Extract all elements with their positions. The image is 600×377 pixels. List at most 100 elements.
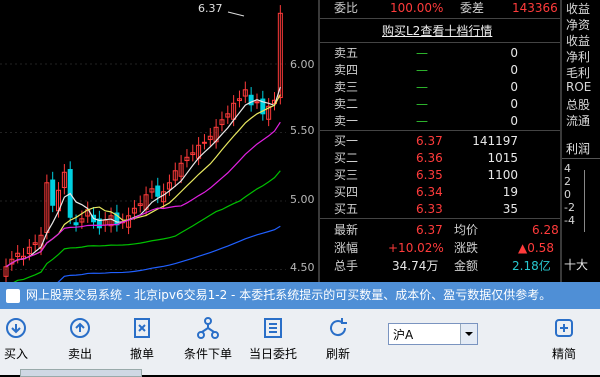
- price-axis-label-550: 5.50: [290, 124, 315, 137]
- kline-chart[interactable]: 6.00 5.50 5.00 4.50 6.37: [0, 0, 318, 282]
- refresh-button[interactable]: 刷新: [316, 317, 360, 362]
- finance-row-label: 流通: [566, 114, 591, 128]
- cancel-order-label: 撤单: [129, 347, 154, 361]
- sell-order-price: —: [416, 46, 428, 60]
- quote-panel: 委比 100.00% 委差 143366 购买L2查看十档行情 卖五 — 0 卖四 — 0…: [320, 0, 560, 282]
- buy-order-volume: 141197: [472, 134, 518, 148]
- sell-button[interactable]: 卖出: [58, 317, 102, 362]
- refresh-label: 刷新: [325, 347, 350, 361]
- sell-order-row[interactable]: 卖三 — 0: [320, 79, 560, 95]
- candle-body: [254, 101, 260, 104]
- candle-body: [201, 141, 207, 144]
- sell-order-label: 卖五: [334, 46, 359, 60]
- avg-label: 均价: [454, 223, 479, 237]
- sell-icon: [70, 318, 90, 338]
- buy-order-price: 6.34: [416, 185, 443, 199]
- latest-row: 最新 6.37 均价 6.28: [320, 222, 560, 238]
- market-select[interactable]: 沪A: [388, 323, 478, 345]
- buy-order-row[interactable]: 买二 6.36 1015: [320, 150, 560, 166]
- today-orders-label: 当日委托: [248, 347, 297, 361]
- refresh-icon: [330, 318, 347, 337]
- conditional-order-label: 条件下单: [183, 347, 232, 361]
- chg-value: ▲0.58: [518, 241, 554, 255]
- buy-order-label: 买五: [334, 202, 359, 216]
- weibi-row: 委比 100.00% 委差 143366: [320, 0, 560, 16]
- weibi-value: 100.00%: [390, 1, 444, 15]
- simple-mode-button[interactable]: 精简: [542, 317, 586, 362]
- cancel-order-icon: [134, 318, 150, 338]
- high-price-label: 6.37: [198, 2, 223, 15]
- trade-toolbar: 买入 卖出 撤单 条件下单 当日委托 刷新 沪A 精简: [0, 309, 600, 377]
- weicha-value: 143366: [512, 1, 558, 15]
- sell-order-row[interactable]: 卖二 — 0: [320, 96, 560, 112]
- buy-order-row[interactable]: 买三 6.35 1100: [320, 167, 560, 183]
- finance-row-label: ROE: [566, 80, 592, 94]
- finance-row-label: 总股: [566, 98, 591, 112]
- finance-row-label: 毛利: [566, 66, 591, 80]
- simple-mode-icon: [555, 319, 573, 337]
- divider: [320, 18, 560, 19]
- weibi-label: 委比: [334, 1, 359, 15]
- buy-icon: [6, 318, 26, 338]
- chg-pct-value: +10.02%: [388, 241, 444, 255]
- sell-order-label: 卖三: [334, 80, 359, 94]
- sell-order-price: —: [416, 63, 428, 77]
- buy-button[interactable]: 买入: [0, 317, 38, 362]
- sell-order-label: 卖二: [334, 97, 359, 111]
- candle-body: [155, 185, 161, 197]
- sell-order-volume: 0: [510, 63, 518, 77]
- today-orders-button[interactable]: 当日委托: [244, 317, 302, 362]
- latest-label: 最新: [334, 223, 359, 237]
- buy-order-row[interactable]: 买一 6.37 141197: [320, 133, 560, 149]
- finance-row-label: 收益: [566, 34, 591, 48]
- divider: [562, 158, 600, 159]
- buy-order-row[interactable]: 买四 6.34 19: [320, 184, 560, 200]
- candle-body: [73, 222, 79, 226]
- kline-svg: [0, 5, 286, 282]
- sell-order-row[interactable]: 卖四 — 0: [320, 62, 560, 78]
- sell-order-row[interactable]: 卖一 — 0: [320, 113, 560, 129]
- buy-order-volume: 35: [502, 202, 518, 216]
- finance-row-label: 净资: [566, 18, 591, 32]
- buy-order-price: 6.36: [416, 151, 443, 165]
- market-select-value: 沪A: [393, 328, 414, 342]
- divider: [320, 218, 560, 219]
- l2-upgrade-link[interactable]: 购买L2查看十档行情: [382, 22, 492, 39]
- buy-order-label: 买二: [334, 151, 359, 165]
- finance-row-label: 净利: [566, 50, 591, 64]
- profit-axis-line: [584, 170, 585, 232]
- sell-label: 卖出: [67, 347, 92, 361]
- conditional-order-button[interactable]: 条件下单: [180, 317, 236, 362]
- latest-value: 6.37: [416, 223, 443, 237]
- sell-order-row[interactable]: 卖五 — 0: [320, 45, 560, 61]
- simple-mode-label: 精简: [551, 347, 576, 361]
- finance-panel: 收益 净资 收益 净利 毛利 ROE 总股 流通 利润 4 2 0 -2 -4 十大: [562, 0, 600, 282]
- weicha-label: 委差: [460, 1, 485, 15]
- buy-order-label: 买三: [334, 168, 359, 182]
- sell-order-price: —: [416, 114, 428, 128]
- status-banner: 网上股票交易系统 - 北京ipv6交易1-2 - 本委托系统提示的可买数量、成本…: [0, 282, 600, 309]
- buy-order-label: 买一: [334, 134, 359, 148]
- buy-order-volume: 19: [502, 185, 518, 199]
- profit-axis-tick: -4: [564, 214, 575, 227]
- sell-order-volume: 0: [510, 97, 518, 111]
- sell-order-price: —: [416, 80, 428, 94]
- profit-axis-tick: -2: [564, 201, 575, 214]
- profit-title: 利润: [566, 142, 591, 156]
- divider: [320, 130, 560, 131]
- finance-row-label: 收益: [566, 2, 591, 16]
- cancel-order-button[interactable]: 撤单: [120, 317, 164, 362]
- chevron-down-icon[interactable]: [460, 324, 477, 344]
- sell-order-volume: 0: [510, 80, 518, 94]
- today-orders-icon: [264, 318, 282, 338]
- buy-order-label: 买四: [334, 185, 359, 199]
- buy-order-row[interactable]: 买五 6.33 35: [320, 201, 560, 217]
- sell-order-volume: 0: [510, 46, 518, 60]
- amt-value: 2.18亿: [512, 259, 551, 273]
- banner-text: 网上股票交易系统 - 北京ipv6交易1-2 - 本委托系统提示的可买数量、成本…: [26, 288, 552, 302]
- bottom-tab[interactable]: [20, 369, 142, 377]
- top-ten-label: 十大: [564, 258, 589, 272]
- chg-pct-label: 涨幅: [334, 241, 359, 255]
- profit-axis-tick: 4: [564, 162, 571, 175]
- price-axis-label-450: 4.50: [290, 261, 315, 274]
